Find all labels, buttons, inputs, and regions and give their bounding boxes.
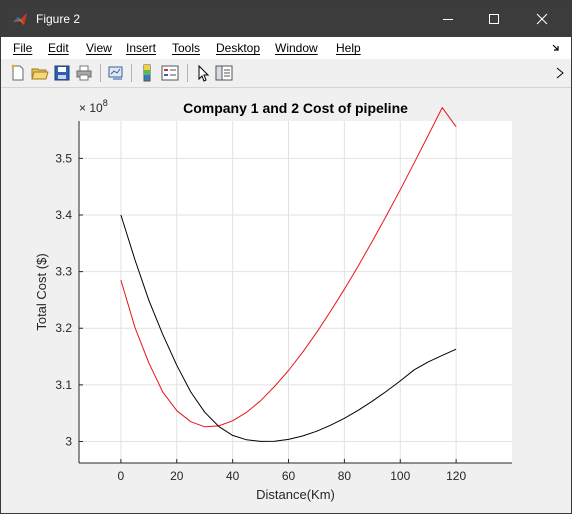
save-icon[interactable]	[53, 64, 71, 82]
y-tick-label: 3.1	[55, 378, 72, 392]
x-tick-label: 80	[338, 469, 352, 483]
toolbar-separator	[131, 64, 132, 82]
x-tick-label: 120	[446, 469, 466, 483]
menu-tools[interactable]: Tools	[172, 41, 200, 55]
print-icon[interactable]	[75, 64, 93, 82]
new-figure-icon[interactable]	[9, 64, 27, 82]
maximize-icon	[489, 14, 499, 24]
dock-arrow-icon[interactable]	[551, 43, 561, 53]
y-tick-label: 3.5	[55, 151, 72, 165]
y-tick-label: 3.2	[55, 321, 72, 335]
toolbar-separator	[187, 64, 188, 82]
x-tick-label: 0	[118, 469, 125, 483]
y-exponent-label: × 108	[79, 98, 108, 115]
close-icon	[536, 13, 548, 25]
menu-desktop[interactable]: Desktop	[216, 41, 260, 55]
figure-canvas: 0 20 40 60 80 100 120 3 3.1 3.2 3.3 3.4 3.5 Company …	[1, 88, 571, 513]
x-axis-label: Distance(Km)	[256, 487, 335, 502]
close-button[interactable]	[519, 1, 565, 37]
chart-title: Company 1 and 2 Cost of pipeline	[183, 100, 408, 116]
plot-axes[interactable]: 0 20 40 60 80 100 120 3 3.1 3.2 3.3 3.4 3.5 Company …	[1, 88, 571, 513]
x-tick-label: 100	[390, 469, 410, 483]
figure-toolbar	[1, 59, 571, 88]
y-tick-label: 3.4	[55, 208, 72, 222]
y-axis-label: Total Cost ($)	[34, 253, 49, 330]
minimize-icon	[443, 19, 453, 20]
y-tick-label: 3.3	[55, 265, 72, 279]
window-title: Figure 2	[36, 12, 81, 26]
toolbar-dock-icon[interactable]	[555, 66, 565, 80]
menu-window[interactable]: Window	[275, 41, 318, 55]
maximize-button[interactable]	[471, 1, 517, 37]
x-tick-label: 60	[282, 469, 296, 483]
menu-file[interactable]: File	[13, 41, 32, 55]
y-tick-label: 3	[65, 434, 72, 448]
x-tick-label: 40	[226, 469, 240, 483]
matlab-logo-icon	[12, 11, 28, 27]
property-inspector-icon[interactable]	[215, 64, 233, 82]
figure-window: Figure 2 File Edit View Insert Tools Des…	[0, 0, 572, 514]
y-exponent-base: × 10	[79, 101, 103, 115]
x-tick-label: 20	[170, 469, 184, 483]
menu-insert[interactable]: Insert	[126, 41, 156, 55]
link-plot-icon[interactable]	[107, 64, 125, 82]
y-exponent-power: 8	[103, 98, 108, 108]
menu-bar: File Edit View Insert Tools Desktop Wind…	[1, 37, 571, 59]
menu-view[interactable]: View	[86, 41, 112, 55]
pointer-icon[interactable]	[194, 64, 212, 82]
axes-background	[79, 121, 512, 463]
open-file-icon[interactable]	[31, 64, 49, 82]
menu-help[interactable]: Help	[336, 41, 361, 55]
minimize-button[interactable]	[425, 1, 471, 37]
colorbar-icon[interactable]	[138, 64, 156, 82]
legend-icon[interactable]	[161, 64, 179, 82]
menu-edit[interactable]: Edit	[48, 41, 69, 55]
title-bar[interactable]: Figure 2	[1, 1, 571, 37]
toolbar-separator	[100, 64, 101, 82]
